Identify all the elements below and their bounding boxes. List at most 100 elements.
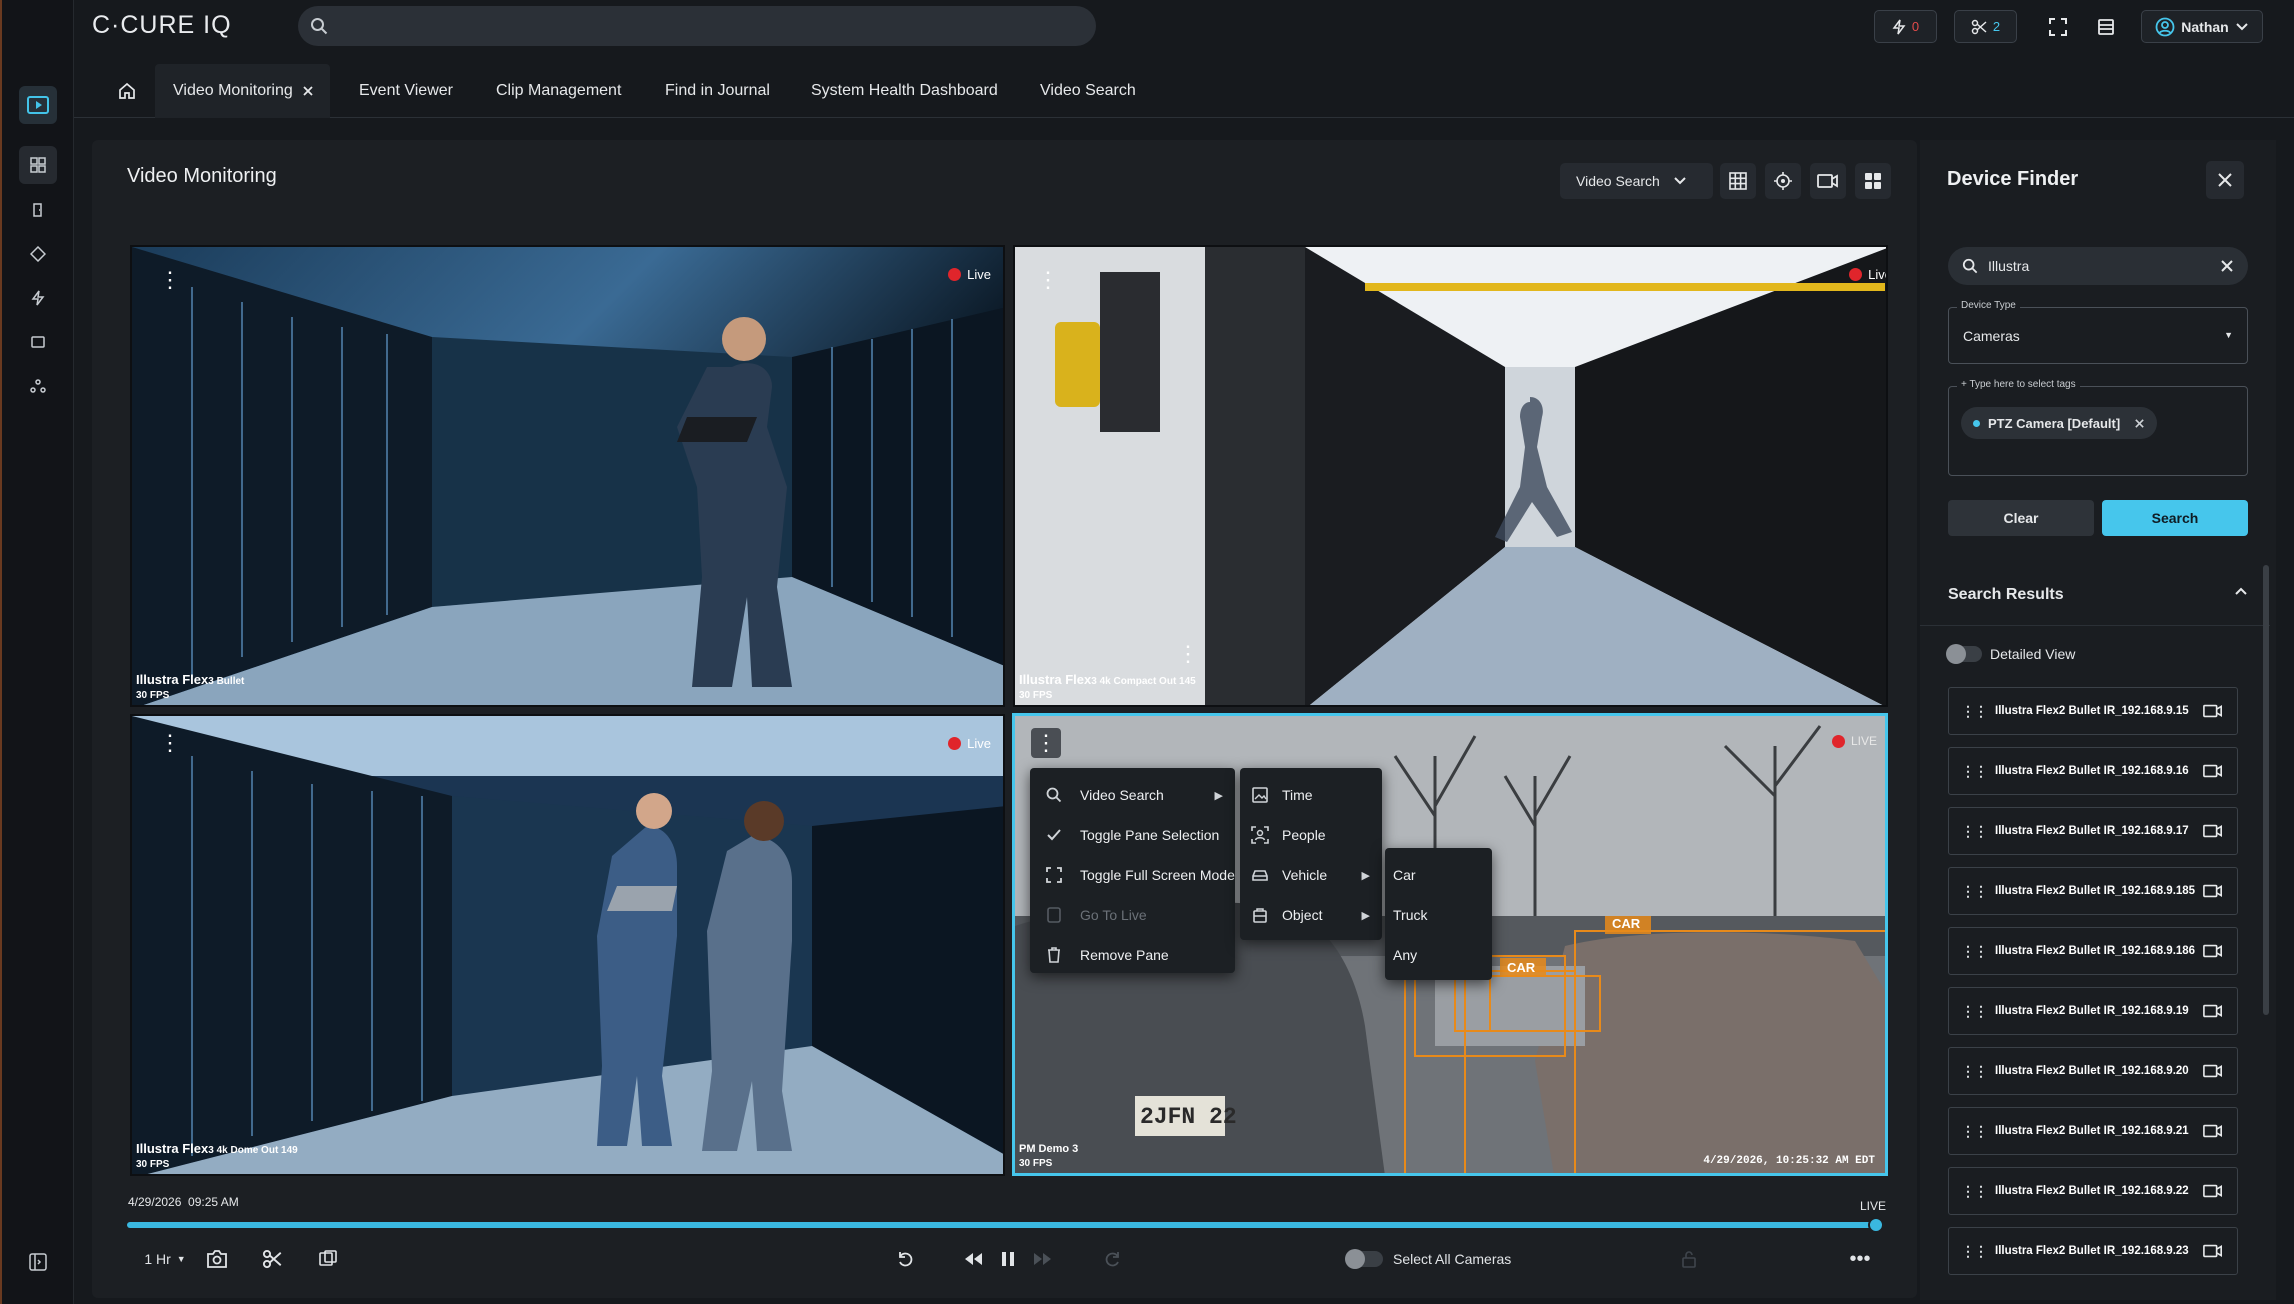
global-search-input[interactable] — [298, 6, 1096, 46]
video-camera-icon[interactable] — [2203, 1062, 2223, 1080]
network-nav-icon[interactable] — [19, 367, 57, 405]
vehicle-option-truck[interactable]: Truck — [1385, 895, 1492, 935]
replay-button[interactable] — [890, 1242, 920, 1276]
clip-tools-button[interactable]: 2 — [1954, 10, 2017, 43]
drag-handle-icon[interactable]: ⋮⋮ — [1961, 703, 1988, 720]
timeline-track[interactable] — [127, 1222, 1884, 1228]
search-result-item[interactable]: ⋮⋮ Illustra Flex2 Bullet IR_192.168.9.17 — [1948, 807, 2238, 855]
clip-button[interactable] — [257, 1242, 287, 1276]
submenu-item-people[interactable]: People — [1240, 815, 1382, 855]
menu-item-video-search[interactable]: Video Search ▶ — [1030, 775, 1235, 815]
search-result-item[interactable]: ⋮⋮ Illustra Flex2 Bullet IR_192.168.9.185 — [1948, 867, 2238, 915]
search-result-item[interactable]: ⋮⋮ Illustra Flex2 Bullet IR_192.168.9.19 — [1948, 987, 2238, 1035]
video-camera-icon[interactable] — [2203, 822, 2223, 840]
clear-button[interactable]: Clear — [1948, 500, 2094, 536]
video-camera-icon[interactable] — [2203, 882, 2223, 900]
more-options-icon[interactable]: ••• — [1845, 1242, 1875, 1276]
close-tab-icon[interactable] — [302, 85, 314, 97]
tab-video-monitoring[interactable]: Video Monitoring — [155, 64, 330, 118]
menu-item-toggle-pane-selection[interactable]: Toggle Pane Selection — [1030, 815, 1235, 855]
dashboard-nav-icon[interactable] — [19, 146, 57, 184]
device-search-input[interactable]: Illustra — [1948, 247, 2248, 285]
tab-system-health-dashboard[interactable]: System Health Dashboard — [811, 64, 998, 118]
drag-handle-icon[interactable]: ⋮⋮ — [1961, 1183, 1988, 1200]
time-range-dropdown[interactable]: 1 Hr ▼ — [140, 1242, 190, 1276]
home-tab[interactable] — [112, 64, 142, 118]
video-camera-icon[interactable] — [2203, 942, 2223, 960]
video-pane-2[interactable]: ⋮ ⋮ Live Illustra Flex3 4k Compact Out 1… — [1013, 245, 1888, 707]
video-pane-1[interactable]: ⋮ Live Illustra Flex3 Bullet 30 FPS — [130, 245, 1005, 707]
search-result-item[interactable]: ⋮⋮ Illustra Flex2 Bullet IR_192.168.9.21 — [1948, 1107, 2238, 1155]
device-type-select[interactable]: Device Type Cameras ▼ — [1948, 300, 2248, 364]
video-camera-icon[interactable] — [2203, 1182, 2223, 1200]
drag-handle-icon[interactable]: ⋮⋮ — [1961, 1063, 1988, 1080]
search-result-item[interactable]: ⋮⋮ Illustra Flex2 Bullet IR_192.168.9.22 — [1948, 1167, 2238, 1215]
clear-search-icon[interactable] — [2220, 259, 2234, 273]
drag-handle-icon[interactable]: ⋮⋮ — [1961, 763, 1988, 780]
drag-handle-icon[interactable]: ⋮⋮ — [1961, 823, 1988, 840]
pause-button[interactable] — [993, 1242, 1023, 1276]
pane-menu-button[interactable]: ⋮ — [1031, 728, 1061, 758]
close-device-finder-button[interactable] — [2206, 161, 2244, 199]
door-nav-icon[interactable] — [19, 191, 57, 229]
drag-handle-icon[interactable]: ⋮⋮ — [1961, 1243, 1988, 1260]
video-camera-icon[interactable] — [2203, 1242, 2223, 1260]
search-button[interactable]: Search — [2102, 500, 2248, 536]
events-nav-icon[interactable] — [19, 279, 57, 317]
vehicle-option-any[interactable]: Any — [1385, 935, 1492, 975]
video-pane-3[interactable]: ⋮ Live Illustra Flex3 4k Dome Out 149 30… — [130, 714, 1005, 1176]
drag-handle-icon[interactable]: ⋮⋮ — [1961, 943, 1988, 960]
tab-find-in-journal[interactable]: Find in Journal — [665, 64, 770, 118]
pane-menu-button[interactable]: ⋮ — [155, 265, 185, 295]
detailed-view-toggle[interactable]: Detailed View — [1946, 644, 2075, 664]
drag-handle-icon[interactable]: ⋮⋮ — [1961, 1123, 1988, 1140]
ptz-button[interactable] — [1765, 163, 1801, 199]
tab-video-search[interactable]: Video Search — [1040, 64, 1136, 118]
video-camera-icon[interactable] — [2203, 1122, 2223, 1140]
search-result-item[interactable]: ⋮⋮ Illustra Flex2 Bullet IR_192.168.9.23 — [1948, 1227, 2238, 1275]
badge-nav-icon[interactable] — [19, 323, 57, 361]
search-result-item[interactable]: ⋮⋮ Illustra Flex2 Bullet IR_192.168.9.186 — [1948, 927, 2238, 975]
search-results-header[interactable]: Search Results — [1920, 560, 2270, 626]
pane-menu-button[interactable]: ⋮ — [1033, 265, 1063, 295]
alerts-button[interactable]: 0 — [1874, 10, 1937, 43]
tab-clip-management[interactable]: Clip Management — [496, 64, 621, 118]
search-result-item[interactable]: ⋮⋮ Illustra Flex2 Bullet IR_192.168.9.16 — [1948, 747, 2238, 795]
toggle-switch[interactable] — [1946, 644, 1982, 664]
tags-input[interactable]: + Type here to select tags PTZ Camera [D… — [1948, 379, 2248, 476]
search-result-item[interactable]: ⋮⋮ Illustra Flex2 Bullet IR_192.168.9.20 — [1948, 1047, 2238, 1095]
video-camera-icon[interactable] — [2203, 702, 2223, 720]
user-menu-button[interactable]: Nathan — [2141, 10, 2263, 43]
fullscreen-button[interactable] — [2042, 10, 2074, 43]
vehicle-option-car[interactable]: Car — [1385, 855, 1492, 895]
select-all-cameras-toggle[interactable]: Select All Cameras — [1345, 1242, 1517, 1276]
tile-layout-button[interactable] — [1855, 163, 1891, 199]
menu-item-remove-pane[interactable]: Remove Pane — [1030, 935, 1235, 975]
results-scrollbar[interactable] — [2263, 565, 2269, 1015]
drag-handle-icon[interactable]: ⋮⋮ — [1961, 1003, 1988, 1020]
remove-tag-icon[interactable] — [2134, 418, 2145, 429]
snapshot-button[interactable] — [202, 1242, 232, 1276]
submenu-item-vehicle[interactable]: Vehicle ▶ — [1240, 855, 1382, 895]
expand-sidebar-icon[interactable] — [19, 1243, 57, 1281]
submenu-item-time[interactable]: Time — [1240, 775, 1382, 815]
rewind-button[interactable] — [958, 1242, 988, 1276]
video-monitoring-nav-icon[interactable] — [19, 86, 57, 124]
grid-layout-button[interactable] — [1720, 163, 1756, 199]
menu-item-toggle-full-screen[interactable]: Toggle Full Screen Mode — [1030, 855, 1235, 895]
tab-event-viewer[interactable]: Event Viewer — [359, 64, 453, 118]
export-button[interactable] — [313, 1242, 343, 1276]
video-camera-icon[interactable] — [2203, 762, 2223, 780]
toggle-switch[interactable] — [1345, 1249, 1383, 1269]
video-camera-icon[interactable] — [2203, 1002, 2223, 1020]
pane-secondary-menu-button[interactable]: ⋮ — [1173, 639, 1203, 669]
camera-button[interactable] — [1810, 163, 1846, 199]
pane-menu-button[interactable]: ⋮ — [155, 728, 185, 758]
drag-handle-icon[interactable]: ⋮⋮ — [1961, 883, 1988, 900]
tag-nav-icon[interactable] — [19, 235, 57, 273]
submenu-item-object[interactable]: Object ▶ — [1240, 895, 1382, 935]
video-search-dropdown[interactable]: Video Search — [1560, 163, 1713, 199]
search-result-item[interactable]: ⋮⋮ Illustra Flex2 Bullet IR_192.168.9.15 — [1948, 687, 2238, 735]
layout-button[interactable] — [2090, 10, 2122, 43]
timeline-handle[interactable] — [1868, 1217, 1884, 1233]
